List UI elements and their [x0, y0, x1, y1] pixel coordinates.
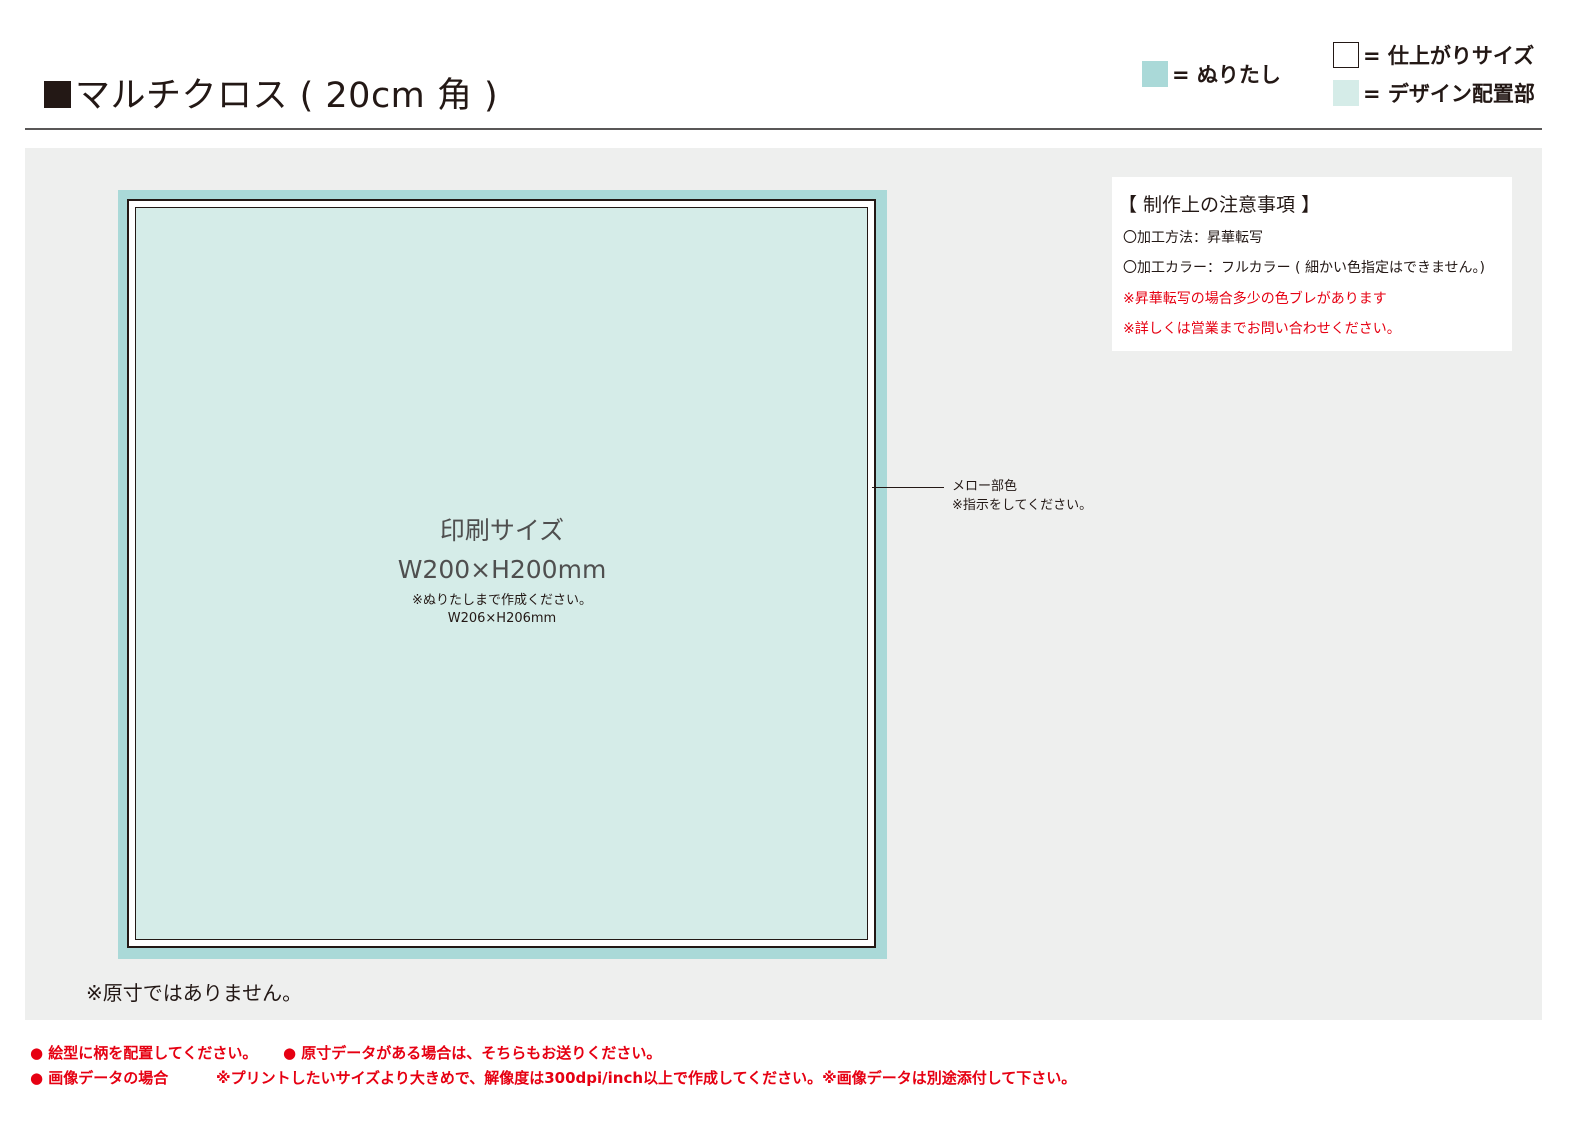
notes-title: 【 制作上の注意事項 】 — [1118, 194, 1321, 216]
note-item: 〇加工方法：昇華転写 — [1123, 230, 1263, 246]
legend-finish: = 仕上がりサイズ — [1333, 40, 1534, 70]
legend-design-label: = デザイン配置部 — [1363, 82, 1535, 106]
note-item: 〇加工カラー：フルカラー ( 細かい色指定はできません。) — [1123, 260, 1485, 276]
header-divider — [25, 128, 1542, 130]
legend-design: = デザイン配置部 — [1333, 78, 1535, 108]
print-size-value: W200×H200mm — [397, 555, 607, 584]
scale-note: ※原寸ではありません。 — [86, 981, 303, 1005]
footer-instruction: ● 絵型に柄を配置してください。 — [30, 1044, 258, 1062]
mellow-leader-line — [872, 487, 944, 488]
footer-instruction: ● 画像データの場合 — [30, 1069, 169, 1087]
design-swatch — [1333, 80, 1359, 106]
mellow-label: メロー部色 — [952, 479, 1018, 494]
note-item-warning: ※昇華転写の場合多少の色ブレがあります — [1123, 291, 1387, 307]
legend-bleed-label: = ぬりたし — [1172, 63, 1281, 87]
page-title: マルチクロス ( 20cm 角 ) — [44, 74, 498, 118]
finish-swatch — [1333, 42, 1359, 68]
mellow-note: ※指示をしてください。 — [952, 498, 1093, 513]
footer-instruction: ● 原寸データがある場合は、そちらもお送りください。 — [283, 1044, 662, 1062]
footer-instruction: ※プリントしたいサイズより大きめで、解像度は300dpi/inch以上で作成して… — [216, 1069, 1077, 1087]
bleed-size-value: W206×H206mm — [447, 611, 557, 626]
title-text: マルチクロス ( 20cm 角 ) — [75, 76, 499, 116]
black-square-icon — [44, 81, 71, 108]
bleed-note: ※ぬりたしまで作成ください。 — [412, 593, 592, 608]
legend-finish-label: = 仕上がりサイズ — [1363, 44, 1535, 68]
bleed-swatch — [1142, 61, 1168, 87]
print-size-label: 印刷サイズ — [439, 516, 565, 545]
legend-bleed: = ぬりたし — [1142, 59, 1281, 89]
note-item-warning: ※詳しくは営業までお問い合わせください。 — [1123, 321, 1401, 337]
